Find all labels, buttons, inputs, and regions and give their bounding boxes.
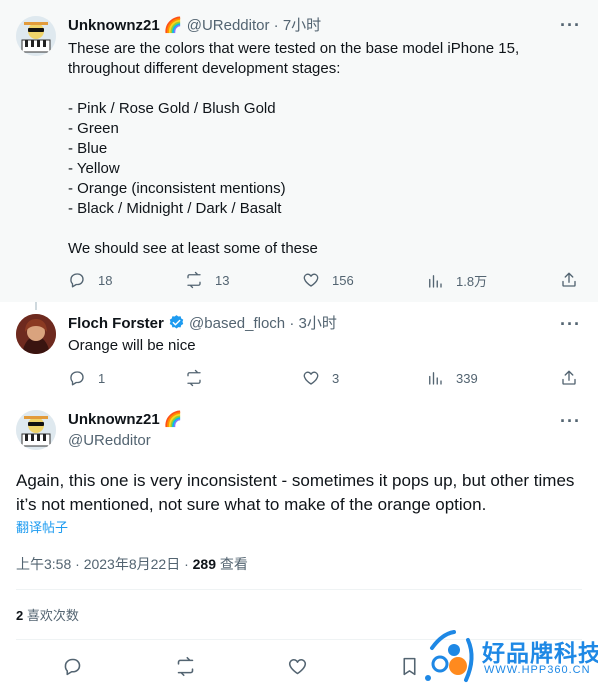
rainbow-emoji: 🌈 <box>163 411 183 428</box>
display-name[interactable]: Floch Forster <box>68 315 164 332</box>
retweet-button[interactable] <box>175 656 196 677</box>
share-button[interactable] <box>560 369 578 387</box>
view-count: 289 <box>192 556 216 572</box>
reply-icon <box>70 273 84 288</box>
more-options-icon[interactable]: ··· <box>560 412 581 430</box>
retweet-button[interactable]: 13 <box>185 271 229 289</box>
retweet-icon <box>177 656 194 677</box>
views-button[interactable]: 1.8万 <box>426 271 487 290</box>
retweet-button[interactable] <box>185 369 203 387</box>
retweet-count: 13 <box>215 272 230 288</box>
tweet-text: Again, this one is very inconsistent - s… <box>16 471 575 514</box>
tweet-unknownz21[interactable]: Unknownz21 🌈 @URedditor · 7小时 ··· These … <box>0 0 598 302</box>
like-count: 156 <box>332 272 354 288</box>
share-button[interactable] <box>560 271 578 289</box>
retweet-icon <box>187 369 201 387</box>
rainbow-emoji: 🌈 <box>163 17 183 34</box>
share-icon <box>562 272 576 287</box>
tweet-text: These are the colors that were tested on… <box>68 40 520 257</box>
likes-summary[interactable]: 2 喜欢次数 <box>16 606 79 626</box>
tweet-header: Floch Forster @based_floch · 3小时 <box>68 314 337 334</box>
like-button[interactable] <box>287 656 308 677</box>
verified-badge-icon <box>169 315 184 329</box>
handle[interactable]: @URedditor <box>68 431 151 451</box>
bookmark-icon <box>403 657 416 676</box>
share-icon <box>562 370 576 385</box>
author-name-row: Unknownz21 🌈 <box>68 410 183 430</box>
handle[interactable]: @URedditor <box>187 17 270 34</box>
reply-button[interactable]: 1 <box>68 369 105 387</box>
like-button[interactable]: 156 <box>302 271 354 289</box>
heart-icon <box>303 273 319 287</box>
tweet-actions: 1 3 339 <box>68 369 582 389</box>
avatar[interactable] <box>16 16 56 56</box>
likes-label: 喜欢次数 <box>23 608 79 623</box>
tweet-text: Orange will be nice <box>68 337 196 354</box>
like-button[interactable]: 3 <box>302 369 339 387</box>
tweet-date[interactable]: 上午3:58 · 2023年8月22日 · <box>16 556 193 572</box>
view-label: 查看 <box>216 556 248 572</box>
tweet-actions: 18 13 156 1.8万 <box>68 271 582 291</box>
views-count: 1.8万 <box>456 274 488 289</box>
heart-icon <box>303 371 319 385</box>
divider <box>16 589 582 590</box>
handle[interactable]: @based_floch <box>189 315 285 332</box>
reply-count: 1 <box>98 370 106 386</box>
timestamp[interactable]: · 3小时 <box>289 315 337 332</box>
views-count: 339 <box>456 370 478 386</box>
translate-link[interactable]: 翻译帖子 <box>16 518 68 538</box>
display-name[interactable]: Unknownz21 <box>68 17 160 34</box>
tweet-timestamp-row: 上午3:58 · 2023年8月22日 · 289 查看 <box>16 554 248 574</box>
tweet-floch-forster[interactable]: Floch Forster @based_floch · 3小时 ··· Ora… <box>0 302 598 400</box>
bookmark-button[interactable] <box>399 656 420 677</box>
reply-icon <box>64 658 81 676</box>
timestamp[interactable]: · 7小时 <box>274 17 322 34</box>
analytics-icon <box>429 274 442 288</box>
retweet-icon <box>187 271 201 289</box>
more-options-icon[interactable]: ··· <box>560 315 581 333</box>
like-count: 3 <box>332 370 340 386</box>
more-options-icon[interactable]: ··· <box>560 16 581 34</box>
watermark-title: 好品牌科技网 <box>482 641 598 667</box>
watermark-url: WWW.HPP360.CN <box>484 664 591 676</box>
avatar[interactable] <box>16 314 56 354</box>
heart-icon <box>288 658 307 675</box>
views-button[interactable]: 339 <box>426 369 478 387</box>
tweet-header: Unknownz21 🌈 @URedditor · 7小时 <box>68 16 321 36</box>
reply-icon <box>70 371 84 386</box>
analytics-icon <box>429 372 442 385</box>
avatar[interactable] <box>16 410 56 450</box>
reply-count: 18 <box>98 272 113 288</box>
display-name[interactable]: Unknownz21 <box>68 411 160 428</box>
reply-button[interactable] <box>62 656 83 677</box>
reply-button[interactable]: 18 <box>68 271 112 289</box>
watermark: 好品牌科技网 WWW.HPP360.CN <box>418 620 598 689</box>
